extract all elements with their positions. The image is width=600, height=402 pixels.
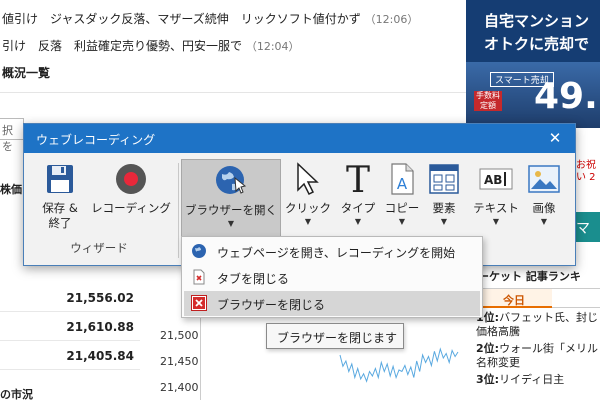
open-browser-dropdown-menu: ウェブページを開き、レコーディングを開始 タブを閉じる ブラウザーを閉じる: [181, 236, 483, 318]
ranking-item[interactable]: 3位:リイディ日主: [476, 370, 600, 387]
menu-item-close-browser[interactable]: ブラウザーを閉じる: [184, 291, 480, 316]
close-browser-icon: [191, 295, 207, 311]
dropdown-arrow-icon: ▼: [440, 217, 448, 226]
tab-today[interactable]: 今日: [476, 289, 552, 308]
ad-side-text: お祝い 2: [576, 160, 596, 183]
ad-band: マ: [572, 212, 600, 242]
image-label: 画像: [532, 201, 556, 215]
cursor-icon: [290, 161, 326, 197]
ranking-tabbar: 今日: [476, 288, 600, 308]
svg-text:AB: AB: [484, 173, 502, 187]
image-picture-icon: [526, 161, 562, 197]
save-and-exit-button[interactable]: 保存 & 終了: [34, 161, 86, 241]
chart-y-label: 21,400: [160, 381, 199, 394]
dropdown-arrow-icon: ▼: [540, 217, 548, 226]
text-label: テキスト: [473, 201, 519, 215]
dropdown-arrow-icon: ▼: [227, 219, 235, 228]
article-ranking: ーケット 記事ランキ 今日 1位:バフェット氏、封じ 価格高騰 2位:ウォール街…: [476, 264, 600, 400]
headline-text[interactable]: 値引け ジャスダック反落、マザーズ続伸 リックソフト値付かず: [2, 12, 361, 26]
advertisement-banner[interactable]: 自宅マンション オトクに売却で スマート売却 手数料 定額 49.: [466, 0, 600, 128]
stock-price-tab[interactable]: 株価: [0, 178, 24, 198]
recording-button[interactable]: レコーディング: [90, 161, 172, 241]
ad-title: オトクに売却で: [484, 35, 590, 53]
text-abc-icon: AB: [478, 161, 514, 197]
index-row: 21,610.88: [0, 313, 140, 341]
copy-label: コピー: [384, 201, 420, 215]
chart-y-label: 21,450: [160, 355, 199, 368]
svg-text:A: A: [397, 175, 408, 193]
save-and-exit-label: 保存 & 終了: [42, 201, 78, 230]
ranking-item[interactable]: 2位:ウォール街「メリル 名称変更: [476, 339, 600, 370]
chart-series-line: [339, 347, 459, 383]
menu-item-label: ウェブページを開き、レコーディングを開始: [217, 246, 456, 260]
copy-document-icon: A: [384, 161, 420, 197]
svg-text:T: T: [346, 161, 370, 197]
ad-number: 49.: [534, 76, 598, 117]
ranking-rank: 2位:: [476, 342, 500, 355]
headline-text[interactable]: 引け 反落 利益確定売り優勢、円安一服で: [2, 39, 242, 53]
element-button[interactable]: 要素 ▼: [424, 161, 464, 241]
ad-tags: 手数料 定額: [474, 91, 502, 111]
headline-time: （12:04）: [245, 40, 300, 53]
menu-item-label: タブを閉じる: [217, 272, 290, 286]
dropdown-arrow-icon: ▼: [398, 217, 406, 226]
index-value: 21,610.88: [66, 320, 134, 334]
chart-y-label: 21,500: [160, 329, 199, 342]
group-separator: [178, 163, 179, 258]
click-label: クリック: [285, 201, 331, 215]
dialog-title: ウェブレコーディング: [36, 133, 156, 147]
type-t-icon: T: [340, 161, 376, 197]
ranking-title: ーケット 記事ランキ: [478, 270, 581, 283]
select-fragment[interactable]: 択を: [0, 118, 24, 153]
text-button[interactable]: AB テキスト ▼: [468, 161, 524, 241]
ad-title: 自宅マンション: [484, 12, 590, 30]
ranking-text[interactable]: リイディ日主: [499, 373, 564, 386]
element-label: 要素: [432, 201, 456, 215]
dropdown-arrow-icon: ▼: [492, 217, 500, 226]
open-browser-label: ブラウザーを開く: [185, 203, 277, 217]
close-button[interactable]: ✕: [545, 128, 565, 148]
globe-cursor-icon: [213, 163, 249, 199]
index-row: 21,405.84: [0, 342, 140, 370]
copy-button[interactable]: A コピー ▼: [380, 161, 424, 241]
element-grid-icon: [426, 161, 462, 197]
dialog-titlebar[interactable]: ウェブレコーディング ✕: [24, 124, 575, 153]
click-button[interactable]: クリック ▼: [284, 161, 332, 241]
menu-item-close-tab[interactable]: タブを閉じる: [184, 265, 480, 290]
globe-icon: [191, 243, 207, 259]
ranking-rank: 3位:: [476, 373, 500, 386]
recording-label: レコーディング: [91, 201, 171, 215]
open-browser-button[interactable]: ブラウザーを開く ▼: [181, 159, 281, 243]
menu-item-open-page-and-record[interactable]: ウェブページを開き、レコーディングを開始: [184, 239, 480, 264]
divider: [0, 92, 470, 93]
close-tab-icon: [191, 269, 207, 285]
tooltip: ブラウザーを閉じます: [266, 323, 404, 349]
dropdown-arrow-icon: ▼: [304, 217, 312, 226]
menu-item-label: ブラウザーを閉じる: [217, 298, 326, 312]
image-button[interactable]: 画像 ▼: [524, 161, 564, 241]
type-button[interactable]: T タイプ ▼: [334, 161, 382, 241]
type-label: タイプ: [340, 201, 376, 215]
index-row: 21,556.02: [0, 284, 140, 312]
news-headline[interactable]: 引け 反落 利益確定売り優勢、円安一服で （12:04）: [2, 37, 300, 54]
ranking-item[interactable]: 1位:バフェット氏、封じ 価格高騰: [476, 308, 600, 339]
overview-list-link[interactable]: 概況一覧: [2, 64, 50, 81]
floppy-disk-icon: [42, 161, 78, 197]
index-value: 21,405.84: [66, 349, 134, 363]
headline-time: （12:06）: [364, 13, 419, 26]
news-headline[interactable]: 値引け ジャスダック反落、マザーズ続伸 リックソフト値付かず （12:06）: [2, 10, 418, 27]
index-value: 21,556.02: [66, 291, 134, 305]
record-icon: [113, 161, 149, 197]
dropdown-arrow-icon: ▼: [354, 217, 362, 226]
wizard-group-label: ウィザード: [70, 241, 128, 255]
